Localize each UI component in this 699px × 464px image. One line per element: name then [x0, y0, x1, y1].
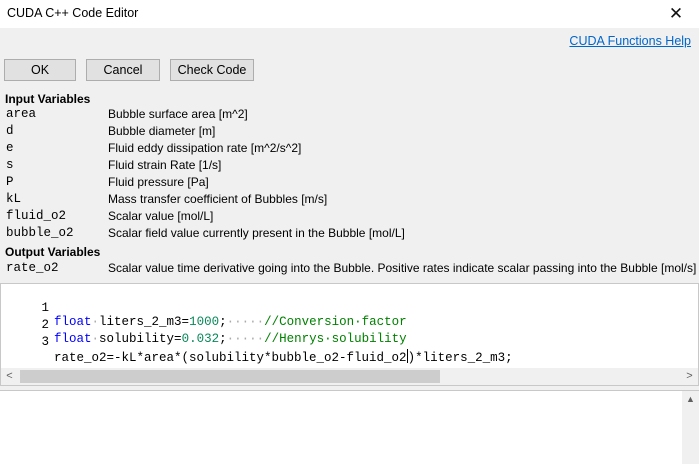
variable-row: area Bubble surface area [m^2] [0, 106, 699, 123]
variable-name: area [6, 107, 37, 121]
scrollbar-thumb[interactable] [20, 370, 440, 383]
window-title: CUDA C++ Code Editor [7, 6, 139, 20]
variable-description: Scalar field value currently present in … [108, 226, 405, 240]
variable-description: Bubble surface area [m^2] [108, 107, 248, 121]
scroll-left-icon[interactable]: < [1, 368, 18, 385]
variable-description: Fluid pressure [Pa] [108, 175, 209, 189]
variable-row: fluid_o2 Scalar value [mol/L] [0, 208, 699, 225]
variable-row: s Fluid strain Rate [1/s] [0, 157, 699, 174]
variable-description: Fluid eddy dissipation rate [m^2/s^2] [108, 141, 302, 155]
variable-row: e Fluid eddy dissipation rate [m^2/s^2] [0, 140, 699, 157]
scroll-right-icon[interactable]: > [681, 368, 698, 385]
scroll-up-icon[interactable]: ▲ [682, 391, 699, 408]
variable-name: P [6, 175, 14, 189]
output-variables-title: Output Variables [5, 245, 101, 259]
code-editor[interactable]: 1 float·liters_2_m3=1000;·····//Conversi… [0, 283, 699, 386]
input-variables-list: area Bubble surface area [m^2] d Bubble … [0, 106, 699, 242]
variable-name: e [6, 141, 14, 155]
variable-name: bubble_o2 [6, 226, 74, 240]
variable-row: bubble_o2 Scalar field value currently p… [0, 225, 699, 242]
code-text[interactable]: rate_o2=-kL*area*(solubility*bubble_o2-f… [54, 349, 513, 365]
line-number: 3 [41, 335, 49, 349]
vertical-scrollbar[interactable]: ▲ [682, 391, 699, 464]
variable-name: rate_o2 [6, 261, 59, 275]
code-text[interactable]: float·liters_2_m3=1000;·····//Conversion… [54, 315, 407, 329]
variable-row: kL Mass transfer coefficient of Bubbles … [0, 191, 699, 208]
variable-row: d Bubble diameter [m] [0, 123, 699, 140]
variable-name: kL [6, 192, 22, 206]
variable-name: s [6, 158, 14, 172]
check-code-button[interactable]: Check Code [170, 59, 254, 81]
close-icon[interactable]: ✕ [653, 0, 699, 28]
variable-description: Bubble diameter [m] [108, 124, 216, 138]
variable-description: Scalar value time derivative going into … [108, 261, 697, 275]
variable-row: P Fluid pressure [Pa] [0, 174, 699, 191]
output-variables-list: rate_o2 Scalar value time derivative goi… [0, 260, 699, 277]
input-variables-title: Input Variables [5, 92, 91, 106]
horizontal-scrollbar[interactable]: < > [1, 368, 698, 385]
code-text[interactable]: float·solubility=0.032;·····//Henrys·sol… [54, 332, 407, 346]
title-bar: CUDA C++ Code Editor ✕ [0, 0, 699, 28]
variable-description: Fluid strain Rate [1/s] [108, 158, 222, 172]
ok-button[interactable]: OK [4, 59, 76, 81]
code-line[interactable]: 1 float·liters_2_m3=1000;·····//Conversi… [1, 287, 406, 329]
code-line[interactable]: 3 rate_o2=-kL*area*(solubility*bubble_o2… [1, 321, 512, 365]
variable-description: Scalar value [mol/L] [108, 209, 214, 223]
output-panel[interactable]: ▲ [0, 390, 699, 464]
variable-name: fluid_o2 [6, 209, 67, 223]
variable-row: rate_o2 Scalar value time derivative goi… [0, 260, 699, 277]
code-line[interactable]: 2 float·solubility=0.032;·····//Henrys·s… [1, 304, 406, 346]
cuda-functions-help-link[interactable]: CUDA Functions Help [569, 34, 691, 48]
variable-name: d [6, 124, 14, 138]
variable-description: Mass transfer coefficient of Bubbles [m/… [108, 192, 328, 206]
cancel-button[interactable]: Cancel [86, 59, 160, 81]
